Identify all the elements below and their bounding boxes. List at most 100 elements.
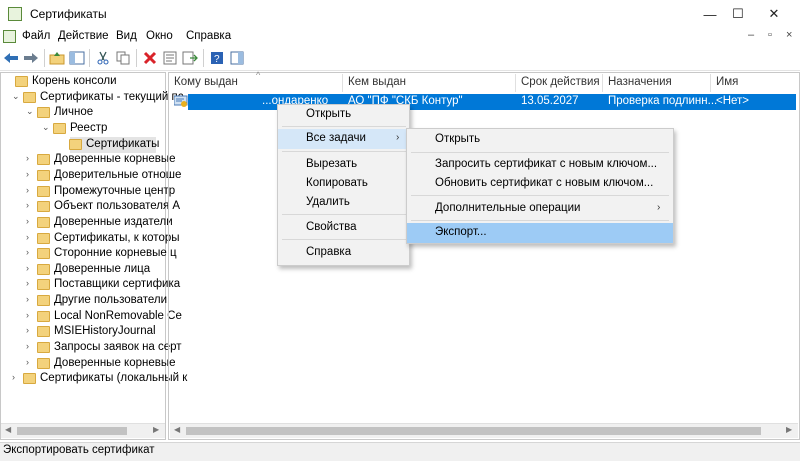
window-title: Сертификаты <box>30 7 107 21</box>
chevron-down-icon[interactable]: ⌄ <box>42 122 50 133</box>
submenu-renew-new-key[interactable]: Обновить сертификат с новым ключом... <box>407 174 673 194</box>
help-icon[interactable]: ? <box>208 49 226 67</box>
context-all-tasks[interactable]: Все задачи › <box>278 129 409 149</box>
sort-ascending-icon: ^ <box>256 70 261 80</box>
tree-item[interactable]: › Объект пользователя А <box>0 199 180 215</box>
folder-icon <box>37 216 50 228</box>
chevron-right-icon[interactable]: › <box>26 357 29 367</box>
tree-item-label: MSIEHistoryJournal <box>54 325 156 338</box>
menu-help[interactable]: Справка <box>186 30 231 42</box>
tree-item[interactable]: › Сторонние корневые ц <box>0 246 177 262</box>
column-header-expiration[interactable]: Срок действия <box>521 76 600 88</box>
tree-item[interactable]: › Доверенные лица <box>0 262 166 278</box>
delete-icon[interactable] <box>141 49 159 67</box>
column-separator[interactable] <box>342 74 343 92</box>
chevron-down-icon[interactable]: ⌄ <box>26 106 34 117</box>
maximize-icon[interactable]: ☐ <box>720 0 756 28</box>
chevron-right-icon[interactable]: › <box>26 341 29 351</box>
tree-item[interactable]: › Поставщики сертифика <box>0 277 180 293</box>
mdi-minimize-icon[interactable]: – <box>748 29 754 41</box>
scroll-right-icon[interactable]: ▶ <box>153 425 159 434</box>
context-open[interactable]: Открыть <box>278 105 409 125</box>
back-arrow-icon[interactable] <box>2 49 20 67</box>
chevron-right-icon[interactable]: › <box>26 185 29 195</box>
scroll-right-icon[interactable]: ▶ <box>786 425 792 434</box>
context-delete-label: Удалить <box>306 196 350 208</box>
submenu-export[interactable]: Экспорт... <box>407 223 673 243</box>
context-cut[interactable]: Вырезать <box>278 155 409 175</box>
context-delete[interactable]: Удалить <box>278 193 409 213</box>
close-icon[interactable]: ✕ <box>756 0 792 28</box>
context-all-tasks-label: Все задачи <box>306 132 366 144</box>
tree-item[interactable]: › Сертификаты, к которы <box>0 231 180 247</box>
chevron-right-icon[interactable]: › <box>26 310 29 320</box>
submenu-request-new-key[interactable]: Запросить сертификат с новым ключом... <box>407 155 673 175</box>
scrollbar-thumb[interactable] <box>17 427 127 435</box>
menu-separator <box>411 195 669 196</box>
scroll-left-icon[interactable]: ◀ <box>174 425 180 434</box>
properties-icon[interactable] <box>161 49 179 67</box>
show-hide-tree-icon[interactable] <box>68 49 86 67</box>
chevron-right-icon[interactable]: › <box>26 263 29 273</box>
context-copy[interactable]: Копировать <box>278 174 409 194</box>
chevron-right-icon[interactable]: › <box>26 216 29 226</box>
list-horizontal-scrollbar[interactable]: ◀ ▶ <box>170 423 798 438</box>
menu-window[interactable]: Окно <box>146 30 173 42</box>
tree-item[interactable]: Корень консоли <box>0 74 166 90</box>
tree-item[interactable]: › Промежуточные центр <box>0 184 175 200</box>
context-properties[interactable]: Свойства <box>278 218 409 238</box>
mdi-restore-icon[interactable]: ▫ <box>768 29 772 41</box>
cut-icon[interactable] <box>94 49 112 67</box>
column-separator[interactable] <box>710 74 711 92</box>
column-separator[interactable] <box>515 74 516 92</box>
tree-item[interactable]: › Доверенные корневые <box>0 152 176 168</box>
chevron-right-icon[interactable]: › <box>26 294 29 304</box>
column-header-issued-by[interactable]: Кем выдан <box>348 76 406 88</box>
chevron-right-icon[interactable]: › <box>26 278 29 288</box>
tree-item[interactable]: › Доверительные отноше <box>0 168 181 184</box>
tree-horizontal-scrollbar[interactable]: ◀ ▶ <box>1 423 165 438</box>
export-list-icon[interactable] <box>181 49 199 67</box>
tree-item-label: Доверенные корневые <box>54 153 176 166</box>
chevron-right-icon[interactable]: › <box>26 232 29 242</box>
context-help[interactable]: Справка <box>278 243 409 263</box>
tree-item[interactable]: ⌄ Сертификаты - текущий пс <box>0 90 184 106</box>
tree-item[interactable]: › Другие пользователи <box>0 293 167 309</box>
scrollbar-thumb[interactable] <box>186 427 761 435</box>
toolbar-separator <box>44 49 45 67</box>
column-header-issued-to[interactable]: Кому выдан <box>174 76 238 88</box>
tree-item[interactable]: ⌄ Личное <box>0 105 166 121</box>
chevron-right-icon[interactable]: › <box>26 200 29 210</box>
tree-item[interactable]: › Local NonRemovable Ce <box>0 309 182 325</box>
tree-item[interactable]: › Запросы заявок на серт <box>0 340 182 356</box>
up-folder-icon[interactable] <box>48 49 66 67</box>
chevron-right-icon[interactable]: › <box>26 169 29 179</box>
chevron-right-icon[interactable]: › <box>26 325 29 335</box>
tree-item[interactable]: Сертификаты <box>69 136 159 153</box>
scroll-left-icon[interactable]: ◀ <box>5 425 11 434</box>
tree-item[interactable]: ⌄ Реестр <box>0 121 166 137</box>
submenu-advanced[interactable]: Дополнительные операции › <box>407 199 673 219</box>
chevron-down-icon[interactable]: ⌄ <box>12 91 20 102</box>
toolbar-separator <box>89 49 90 67</box>
mdi-close-icon[interactable]: × <box>786 29 792 41</box>
submenu-open[interactable]: Открыть <box>407 130 673 150</box>
chevron-right-icon[interactable]: › <box>26 153 29 163</box>
action-pane-icon[interactable] <box>228 49 246 67</box>
tree-item[interactable]: › Доверенные издатели <box>0 215 173 231</box>
menu-file[interactable]: Файл <box>22 30 50 42</box>
mdi-certificate-icon[interactable] <box>3 30 16 43</box>
tree-item[interactable]: › Сертификаты (локальный к <box>0 371 187 387</box>
submenu-advanced-label: Дополнительные операции <box>435 202 581 214</box>
forward-arrow-icon[interactable] <box>22 49 40 67</box>
menu-action[interactable]: Действие <box>58 30 109 42</box>
tree-item[interactable]: › Доверенные корневые <box>0 356 176 372</box>
column-header-name[interactable]: Имя <box>716 76 738 88</box>
copy-icon[interactable] <box>114 49 132 67</box>
tree-item[interactable]: › MSIEHistoryJournal <box>0 324 166 340</box>
menu-view[interactable]: Вид <box>116 30 137 42</box>
column-header-purposes[interactable]: Назначения <box>608 76 672 88</box>
chevron-right-icon[interactable]: › <box>12 372 15 382</box>
chevron-right-icon[interactable]: › <box>26 247 29 257</box>
column-separator[interactable] <box>602 74 603 92</box>
